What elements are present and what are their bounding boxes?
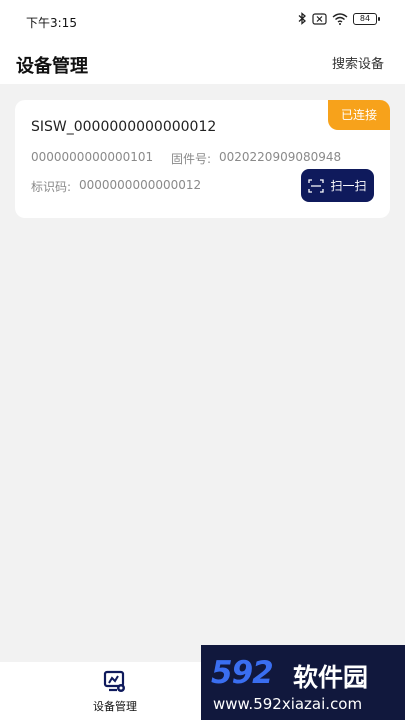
- scan-label: 扫一扫: [330, 179, 367, 193]
- firmware-value: 0020220909080948: [219, 150, 342, 164]
- watermark: 592 软件园 www.592xiazai.com: [201, 645, 405, 720]
- wifi-icon: [332, 12, 348, 25]
- sim-off-icon: [312, 12, 327, 25]
- scan-icon: [308, 178, 325, 193]
- status-bar: 下午3:15 84: [0, 0, 405, 44]
- watermark-logo: 592: [211, 655, 274, 691]
- device-name: SISW_0000000000000012: [31, 119, 217, 135]
- nav-label-device-manage: 设备管理: [93, 700, 137, 713]
- content-area: 已连接 SISW_0000000000000012 00000000000001…: [0, 84, 405, 662]
- watermark-brand: 软件园: [293, 663, 369, 692]
- connection-status-badge: 已连接: [328, 100, 390, 130]
- watermark-url: www.592xiazai.com: [213, 695, 363, 713]
- status-time: 下午3:15: [26, 16, 77, 30]
- device-serial: 0000000000000101: [31, 150, 154, 164]
- device-manage-icon: [103, 670, 125, 692]
- status-icons: 84: [298, 12, 380, 25]
- page-title: 设备管理: [16, 56, 88, 77]
- battery-icon: 84: [353, 12, 380, 25]
- app-bar: 设备管理 搜索设备: [0, 44, 405, 84]
- firmware-label: 固件号:: [171, 152, 212, 166]
- id-code-label: 标识码:: [31, 180, 72, 194]
- scan-button[interactable]: 扫一扫: [301, 169, 374, 202]
- id-code-value: 0000000000000012: [79, 178, 202, 192]
- search-device-button[interactable]: 搜索设备: [332, 53, 384, 72]
- bluetooth-icon: [298, 12, 306, 25]
- nav-item-device-manage[interactable]: 设备管理: [85, 666, 145, 716]
- device-card[interactable]: 已连接 SISW_0000000000000012 00000000000001…: [15, 100, 390, 218]
